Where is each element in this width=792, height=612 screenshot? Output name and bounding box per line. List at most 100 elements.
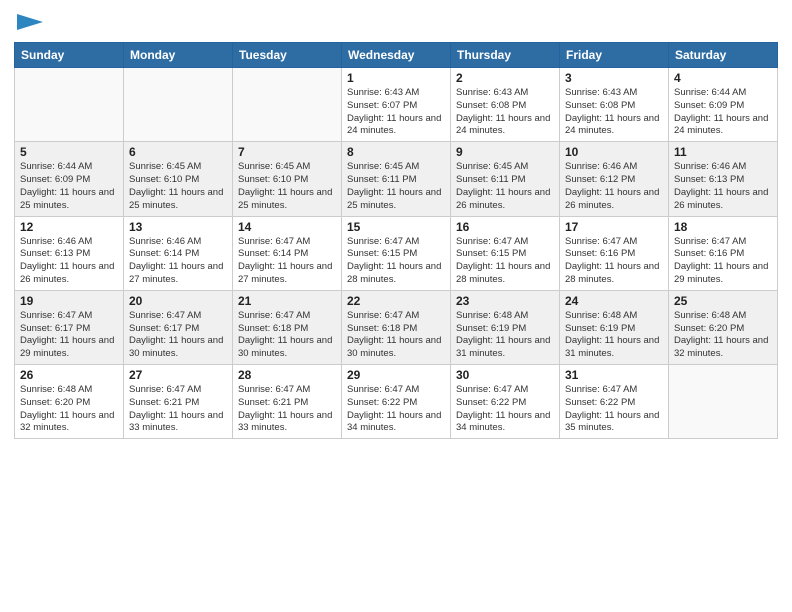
header: [14, 10, 778, 34]
calendar-cell: 29Sunrise: 6:47 AMSunset: 6:22 PMDayligh…: [342, 365, 451, 439]
calendar-cell: 22Sunrise: 6:47 AMSunset: 6:18 PMDayligh…: [342, 290, 451, 364]
day-number: 20: [129, 294, 227, 308]
calendar-header-row: SundayMondayTuesdayWednesdayThursdayFrid…: [15, 43, 778, 68]
logo: [14, 14, 43, 34]
day-number: 15: [347, 220, 445, 234]
calendar-cell: 5 Sunrise: 6:44 AMSunset: 6:09 PMDaylight…: [15, 142, 124, 216]
calendar-cell: 18 Sunrise: 6:47 AMSunset: 6:16 PMDayligh…: [669, 216, 778, 290]
calendar-cell: 1Sunrise: 6:43 AMSunset: 6:07 PMDaylight…: [342, 68, 451, 142]
calendar-week-row: 26 Sunrise: 6:48 AMSunset: 6:20 PMDayligh…: [15, 365, 778, 439]
calendar-week-row: 5 Sunrise: 6:44 AMSunset: 6:09 PMDaylight…: [15, 142, 778, 216]
day-info: Sunrise: 6:43 AMSunset: 6:08 PMDaylight:…: [565, 87, 663, 138]
day-info: Sunrise: 6:46 AMSunset: 6:12 PMDaylight:…: [565, 161, 663, 212]
day-info: Sunrise: 6:48 AMSunset: 6:20 PMDaylight:…: [20, 384, 118, 435]
logo-icon: [17, 14, 43, 34]
calendar-cell: 25 Sunrise: 6:48 AMSunset: 6:20 PMDayligh…: [669, 290, 778, 364]
day-info: Sunrise: 6:43 AMSunset: 6:07 PMDaylight:…: [347, 87, 445, 138]
calendar-week-row: 12 Sunrise: 6:46 AMSunset: 6:13 PMDayligh…: [15, 216, 778, 290]
day-number: 27: [129, 368, 227, 382]
day-info: Sunrise: 6:44 AMSunset: 6:09 PMDaylight:…: [674, 87, 772, 138]
calendar-cell: 9 Sunrise: 6:45 AMSunset: 6:11 PMDaylight…: [451, 142, 560, 216]
day-number: 8: [347, 145, 445, 159]
calendar-cell: [124, 68, 233, 142]
day-info: Sunrise: 6:45 AMSunset: 6:11 PMDaylight:…: [347, 161, 445, 212]
day-number: 6: [129, 145, 227, 159]
day-number: 12: [20, 220, 118, 234]
day-number: 4: [674, 71, 772, 85]
day-info: Sunrise: 6:47 AMSunset: 6:22 PMDaylight:…: [565, 384, 663, 435]
day-info: Sunrise: 6:48 AMSunset: 6:19 PMDaylight:…: [565, 310, 663, 361]
day-info: Sunrise: 6:47 AMSunset: 6:21 PMDaylight:…: [238, 384, 336, 435]
calendar-cell: 23 Sunrise: 6:48 AMSunset: 6:19 PMDayligh…: [451, 290, 560, 364]
day-number: 11: [674, 145, 772, 159]
calendar-cell: 24 Sunrise: 6:48 AMSunset: 6:19 PMDayligh…: [560, 290, 669, 364]
day-number: 17: [565, 220, 663, 234]
day-info: Sunrise: 6:43 AMSunset: 6:08 PMDaylight:…: [456, 87, 554, 138]
calendar-cell: 15 Sunrise: 6:47 AMSunset: 6:15 PMDayligh…: [342, 216, 451, 290]
day-info: Sunrise: 6:45 AMSunset: 6:10 PMDaylight:…: [129, 161, 227, 212]
day-number: 22: [347, 294, 445, 308]
day-number: 3: [565, 71, 663, 85]
calendar-cell: 7Sunrise: 6:45 AMSunset: 6:10 PMDaylight…: [233, 142, 342, 216]
day-number: 13: [129, 220, 227, 234]
page: SundayMondayTuesdayWednesdayThursdayFrid…: [0, 0, 792, 612]
calendar-cell: 3 Sunrise: 6:43 AMSunset: 6:08 PMDaylight…: [560, 68, 669, 142]
day-info: Sunrise: 6:47 AMSunset: 6:21 PMDaylight:…: [129, 384, 227, 435]
day-number: 9: [456, 145, 554, 159]
calendar-cell: 19 Sunrise: 6:47 AMSunset: 6:17 PMDayligh…: [15, 290, 124, 364]
day-number: 5: [20, 145, 118, 159]
day-number: 26: [20, 368, 118, 382]
calendar-cell: 6 Sunrise: 6:45 AMSunset: 6:10 PMDaylight…: [124, 142, 233, 216]
day-info: Sunrise: 6:47 AMSunset: 6:17 PMDaylight:…: [20, 310, 118, 361]
calendar-cell: 12 Sunrise: 6:46 AMSunset: 6:13 PMDayligh…: [15, 216, 124, 290]
calendar-header-monday: Monday: [124, 43, 233, 68]
day-info: Sunrise: 6:47 AMSunset: 6:14 PMDaylight:…: [238, 236, 336, 287]
day-info: Sunrise: 6:46 AMSunset: 6:14 PMDaylight:…: [129, 236, 227, 287]
calendar-cell: 21Sunrise: 6:47 AMSunset: 6:18 PMDayligh…: [233, 290, 342, 364]
calendar-cell: [233, 68, 342, 142]
calendar-cell: 27 Sunrise: 6:47 AMSunset: 6:21 PMDayligh…: [124, 365, 233, 439]
day-number: 23: [456, 294, 554, 308]
day-number: 30: [456, 368, 554, 382]
calendar-header-saturday: Saturday: [669, 43, 778, 68]
day-number: 2: [456, 71, 554, 85]
day-info: Sunrise: 6:45 AMSunset: 6:11 PMDaylight:…: [456, 161, 554, 212]
calendar-header-wednesday: Wednesday: [342, 43, 451, 68]
calendar-cell: 26 Sunrise: 6:48 AMSunset: 6:20 PMDayligh…: [15, 365, 124, 439]
day-number: 18: [674, 220, 772, 234]
calendar-cell: 14 Sunrise: 6:47 AMSunset: 6:14 PMDayligh…: [233, 216, 342, 290]
calendar-week-row: 19 Sunrise: 6:47 AMSunset: 6:17 PMDayligh…: [15, 290, 778, 364]
calendar-cell: 2 Sunrise: 6:43 AMSunset: 6:08 PMDaylight…: [451, 68, 560, 142]
day-number: 24: [565, 294, 663, 308]
day-info: Sunrise: 6:48 AMSunset: 6:20 PMDaylight:…: [674, 310, 772, 361]
calendar-table: SundayMondayTuesdayWednesdayThursdayFrid…: [14, 42, 778, 439]
day-info: Sunrise: 6:47 AMSunset: 6:15 PMDaylight:…: [347, 236, 445, 287]
day-info: Sunrise: 6:47 AMSunset: 6:22 PMDaylight:…: [456, 384, 554, 435]
day-number: 10: [565, 145, 663, 159]
calendar-cell: 31 Sunrise: 6:47 AMSunset: 6:22 PMDayligh…: [560, 365, 669, 439]
calendar-cell: 10 Sunrise: 6:46 AMSunset: 6:12 PMDayligh…: [560, 142, 669, 216]
day-info: Sunrise: 6:47 AMSunset: 6:16 PMDaylight:…: [674, 236, 772, 287]
calendar-cell: [669, 365, 778, 439]
calendar-cell: 20Sunrise: 6:47 AMSunset: 6:17 PMDayligh…: [124, 290, 233, 364]
calendar-cell: 11 Sunrise: 6:46 AMSunset: 6:13 PMDayligh…: [669, 142, 778, 216]
day-info: Sunrise: 6:44 AMSunset: 6:09 PMDaylight:…: [20, 161, 118, 212]
day-info: Sunrise: 6:47 AMSunset: 6:16 PMDaylight:…: [565, 236, 663, 287]
day-number: 31: [565, 368, 663, 382]
calendar-cell: 8 Sunrise: 6:45 AMSunset: 6:11 PMDaylight…: [342, 142, 451, 216]
day-number: 29: [347, 368, 445, 382]
day-info: Sunrise: 6:46 AMSunset: 6:13 PMDaylight:…: [674, 161, 772, 212]
day-info: Sunrise: 6:48 AMSunset: 6:19 PMDaylight:…: [456, 310, 554, 361]
calendar-header-friday: Friday: [560, 43, 669, 68]
day-info: Sunrise: 6:47 AMSunset: 6:15 PMDaylight:…: [456, 236, 554, 287]
day-number: 14: [238, 220, 336, 234]
calendar-cell: 28Sunrise: 6:47 AMSunset: 6:21 PMDayligh…: [233, 365, 342, 439]
calendar-cell: 16Sunrise: 6:47 AMSunset: 6:15 PMDayligh…: [451, 216, 560, 290]
day-number: 25: [674, 294, 772, 308]
day-info: Sunrise: 6:46 AMSunset: 6:13 PMDaylight:…: [20, 236, 118, 287]
calendar-header-sunday: Sunday: [15, 43, 124, 68]
day-number: 21: [238, 294, 336, 308]
day-number: 19: [20, 294, 118, 308]
calendar-week-row: 1Sunrise: 6:43 AMSunset: 6:07 PMDaylight…: [15, 68, 778, 142]
calendar-header-tuesday: Tuesday: [233, 43, 342, 68]
